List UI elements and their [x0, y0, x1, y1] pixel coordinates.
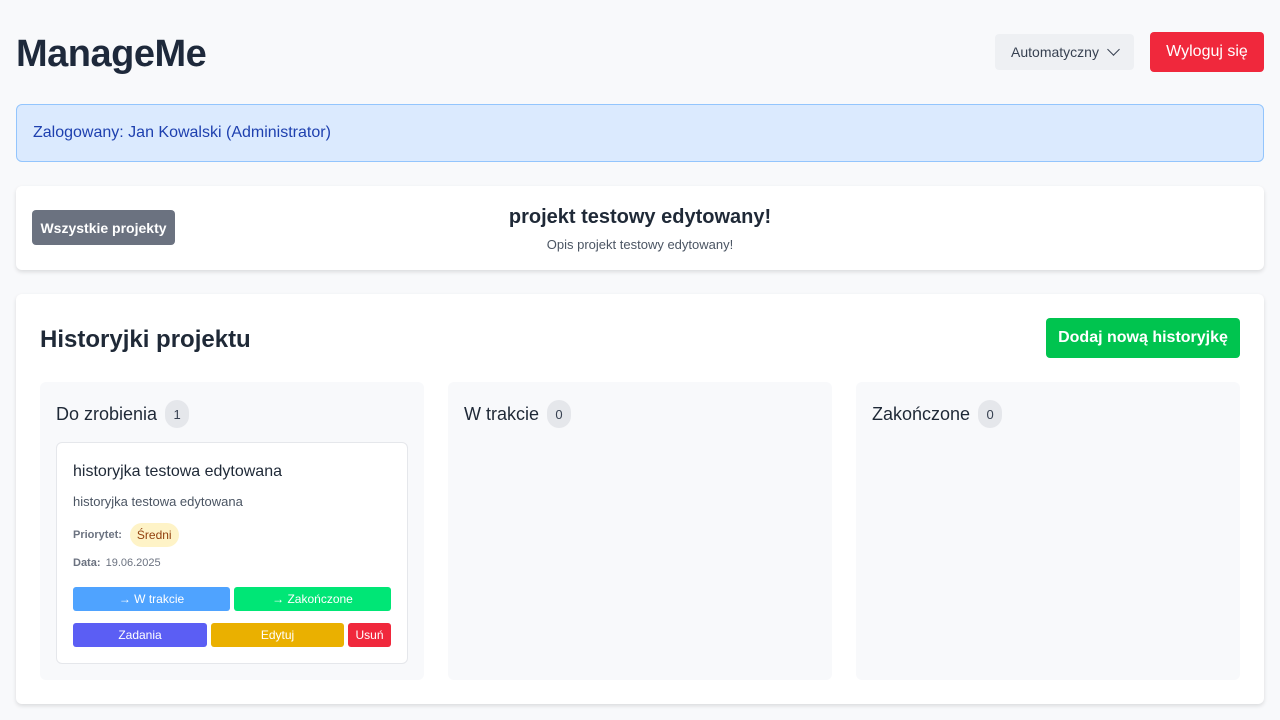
date-label: Data:: [73, 557, 101, 569]
tasks-button[interactable]: Zadania: [73, 623, 207, 647]
story-title: historyjka testowa edytowana: [73, 463, 282, 480]
app-title: ManageMe: [16, 32, 207, 75]
stories-title: Historyjki projektu: [40, 326, 251, 353]
column-title: Do zrobienia: [56, 403, 158, 424]
column-todo: Do zrobienia 1 historyjka testowa edytow…: [40, 382, 424, 680]
project-name: projekt testowy edytowany!: [508, 206, 772, 228]
column-header: Zakończone 0: [872, 400, 1003, 428]
column-count-badge: 0: [547, 400, 572, 428]
column-header: Do zrobienia 1: [56, 400, 190, 428]
add-story-button[interactable]: Dodaj nową historyjkę: [1046, 318, 1240, 358]
column-done: Zakończone 0: [856, 382, 1240, 680]
column-count-badge: 0: [978, 400, 1003, 428]
move-to-done-button[interactable]: → Zakończone: [234, 587, 391, 611]
login-banner: Zalogowany: Jan Kowalski (Administrator): [16, 104, 1264, 162]
logout-button[interactable]: Wyloguj się: [1150, 32, 1264, 72]
column-title: Zakończone: [872, 403, 971, 424]
column-count-badge: 1: [165, 400, 190, 428]
project-bar: projekt testowy edytowany! Opis projekt …: [16, 186, 1264, 270]
story-card: historyjka testowa edytowana historyjka …: [56, 442, 408, 664]
header: ManageMe Automatyczny Wyloguj się: [16, 30, 1264, 78]
header-actions: Automatyczny Wyloguj się: [995, 32, 1264, 72]
move-to-in-progress-button[interactable]: → W trakcie: [73, 587, 230, 611]
project-description: Opis projekt testowy edytowany!: [546, 237, 734, 252]
column-title: W trakcie: [464, 403, 540, 424]
chevron-down-icon: [1107, 43, 1120, 56]
delete-button[interactable]: Usuń: [348, 623, 391, 647]
story-date: Data: 19.06.2025: [73, 557, 161, 569]
edit-button[interactable]: Edytuj: [211, 623, 344, 647]
column-header: W trakcie 0: [464, 400, 572, 428]
stories-panel: Historyjki projektu Dodaj nową historyjk…: [16, 294, 1264, 704]
project-info: projekt testowy edytowany! Opis projekt …: [16, 206, 1264, 252]
theme-select-value: Automatyczny: [1011, 44, 1099, 60]
date-value: 19.06.2025: [105, 557, 161, 569]
theme-select[interactable]: Automatyczny: [995, 34, 1134, 70]
all-projects-button[interactable]: Wszystkie projekty: [32, 210, 175, 245]
priority-badge: Średni: [129, 523, 179, 547]
story-priority: Priorytet: Średni: [73, 523, 179, 547]
priority-label: Priorytet:: [73, 529, 122, 541]
login-banner-text: Zalogowany: Jan Kowalski (Administrator): [33, 124, 331, 141]
story-description: historyjka testowa edytowana: [73, 494, 243, 509]
column-in-progress: W trakcie 0: [448, 382, 832, 680]
